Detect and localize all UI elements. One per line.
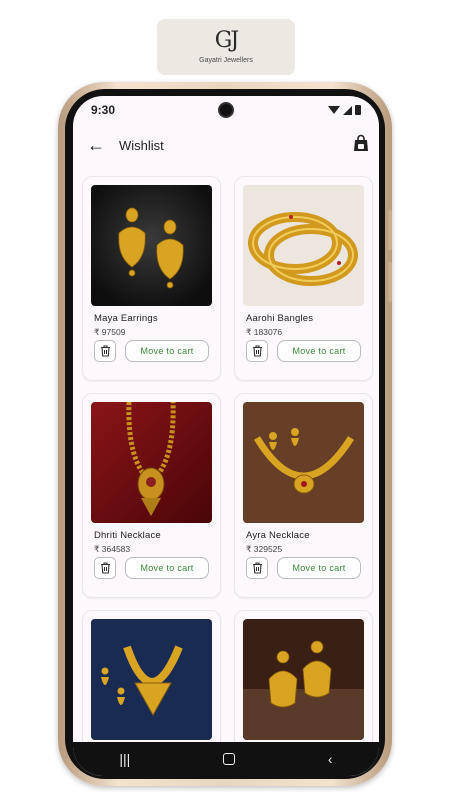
wishlist-card[interactable]: Maya Earrings ₹ 97509 Move to cart	[82, 176, 221, 381]
app-bar: ← Wishlist	[73, 130, 379, 160]
power-button	[388, 262, 392, 302]
trash-icon	[252, 345, 262, 357]
trash-icon	[100, 345, 110, 357]
move-to-cart-button[interactable]: Move to cart	[277, 340, 361, 362]
brand-name: Gayatri Jewellers	[199, 57, 253, 64]
move-to-cart-button[interactable]: Move to cart	[125, 557, 209, 579]
product-price: ₹ 329525	[246, 544, 283, 554]
arrow-left-icon[interactable]: ←	[87, 136, 105, 154]
front-camera	[220, 104, 232, 116]
system-nav-bar: ||| ‹	[73, 742, 379, 776]
delete-button[interactable]	[94, 557, 116, 579]
product-name: Ayra Necklace	[246, 530, 310, 541]
trash-icon	[100, 562, 110, 574]
signal-icon	[343, 105, 352, 115]
brand-logo: GJ Gayatri Jewellers	[157, 19, 295, 75]
move-to-cart-button[interactable]: Move to cart	[125, 340, 209, 362]
home-icon[interactable]	[223, 753, 236, 765]
trash-icon	[252, 562, 262, 574]
delete-button[interactable]	[94, 340, 116, 362]
delete-button[interactable]	[246, 340, 268, 362]
battery-icon	[355, 105, 361, 115]
wishlist-card[interactable]: Dhriti Necklace ₹ 364583 Move to cart	[82, 393, 221, 598]
product-name: Aarohi Bangles	[246, 313, 314, 324]
product-image[interactable]	[243, 402, 364, 523]
move-to-cart-button[interactable]: Move to cart	[277, 557, 361, 579]
product-price: ₹ 364583	[94, 544, 131, 554]
product-price: ₹ 183076	[246, 327, 283, 337]
product-image[interactable]	[243, 619, 364, 740]
product-image[interactable]	[91, 619, 212, 740]
product-price: ₹ 97509	[94, 327, 126, 337]
product-image[interactable]	[91, 402, 212, 523]
status-icons	[328, 105, 361, 115]
wishlist-card[interactable]: Ayra Necklace ₹ 329525 Move to cart	[234, 393, 373, 598]
product-name: Dhriti Necklace	[94, 530, 161, 541]
product-image[interactable]	[91, 185, 212, 306]
status-time: 9:30	[91, 103, 116, 117]
product-name: Maya Earrings	[94, 313, 158, 324]
volume-button	[388, 210, 392, 250]
delete-button[interactable]	[246, 557, 268, 579]
product-image[interactable]	[243, 185, 364, 306]
back-nav-icon[interactable]: ‹	[328, 751, 333, 767]
recent-apps-icon[interactable]: |||	[119, 751, 130, 767]
page-title: Wishlist	[119, 138, 164, 153]
brand-mark: GJ	[214, 28, 239, 53]
wifi-icon	[328, 106, 340, 114]
shopping-bag-icon[interactable]	[353, 134, 369, 152]
wishlist-card[interactable]: Aarohi Bangles ₹ 183076 Move to cart	[234, 176, 373, 381]
app-screen: 9:30 ← Wishlist Maya Earrings ₹ 97509 Mo…	[73, 96, 379, 776]
